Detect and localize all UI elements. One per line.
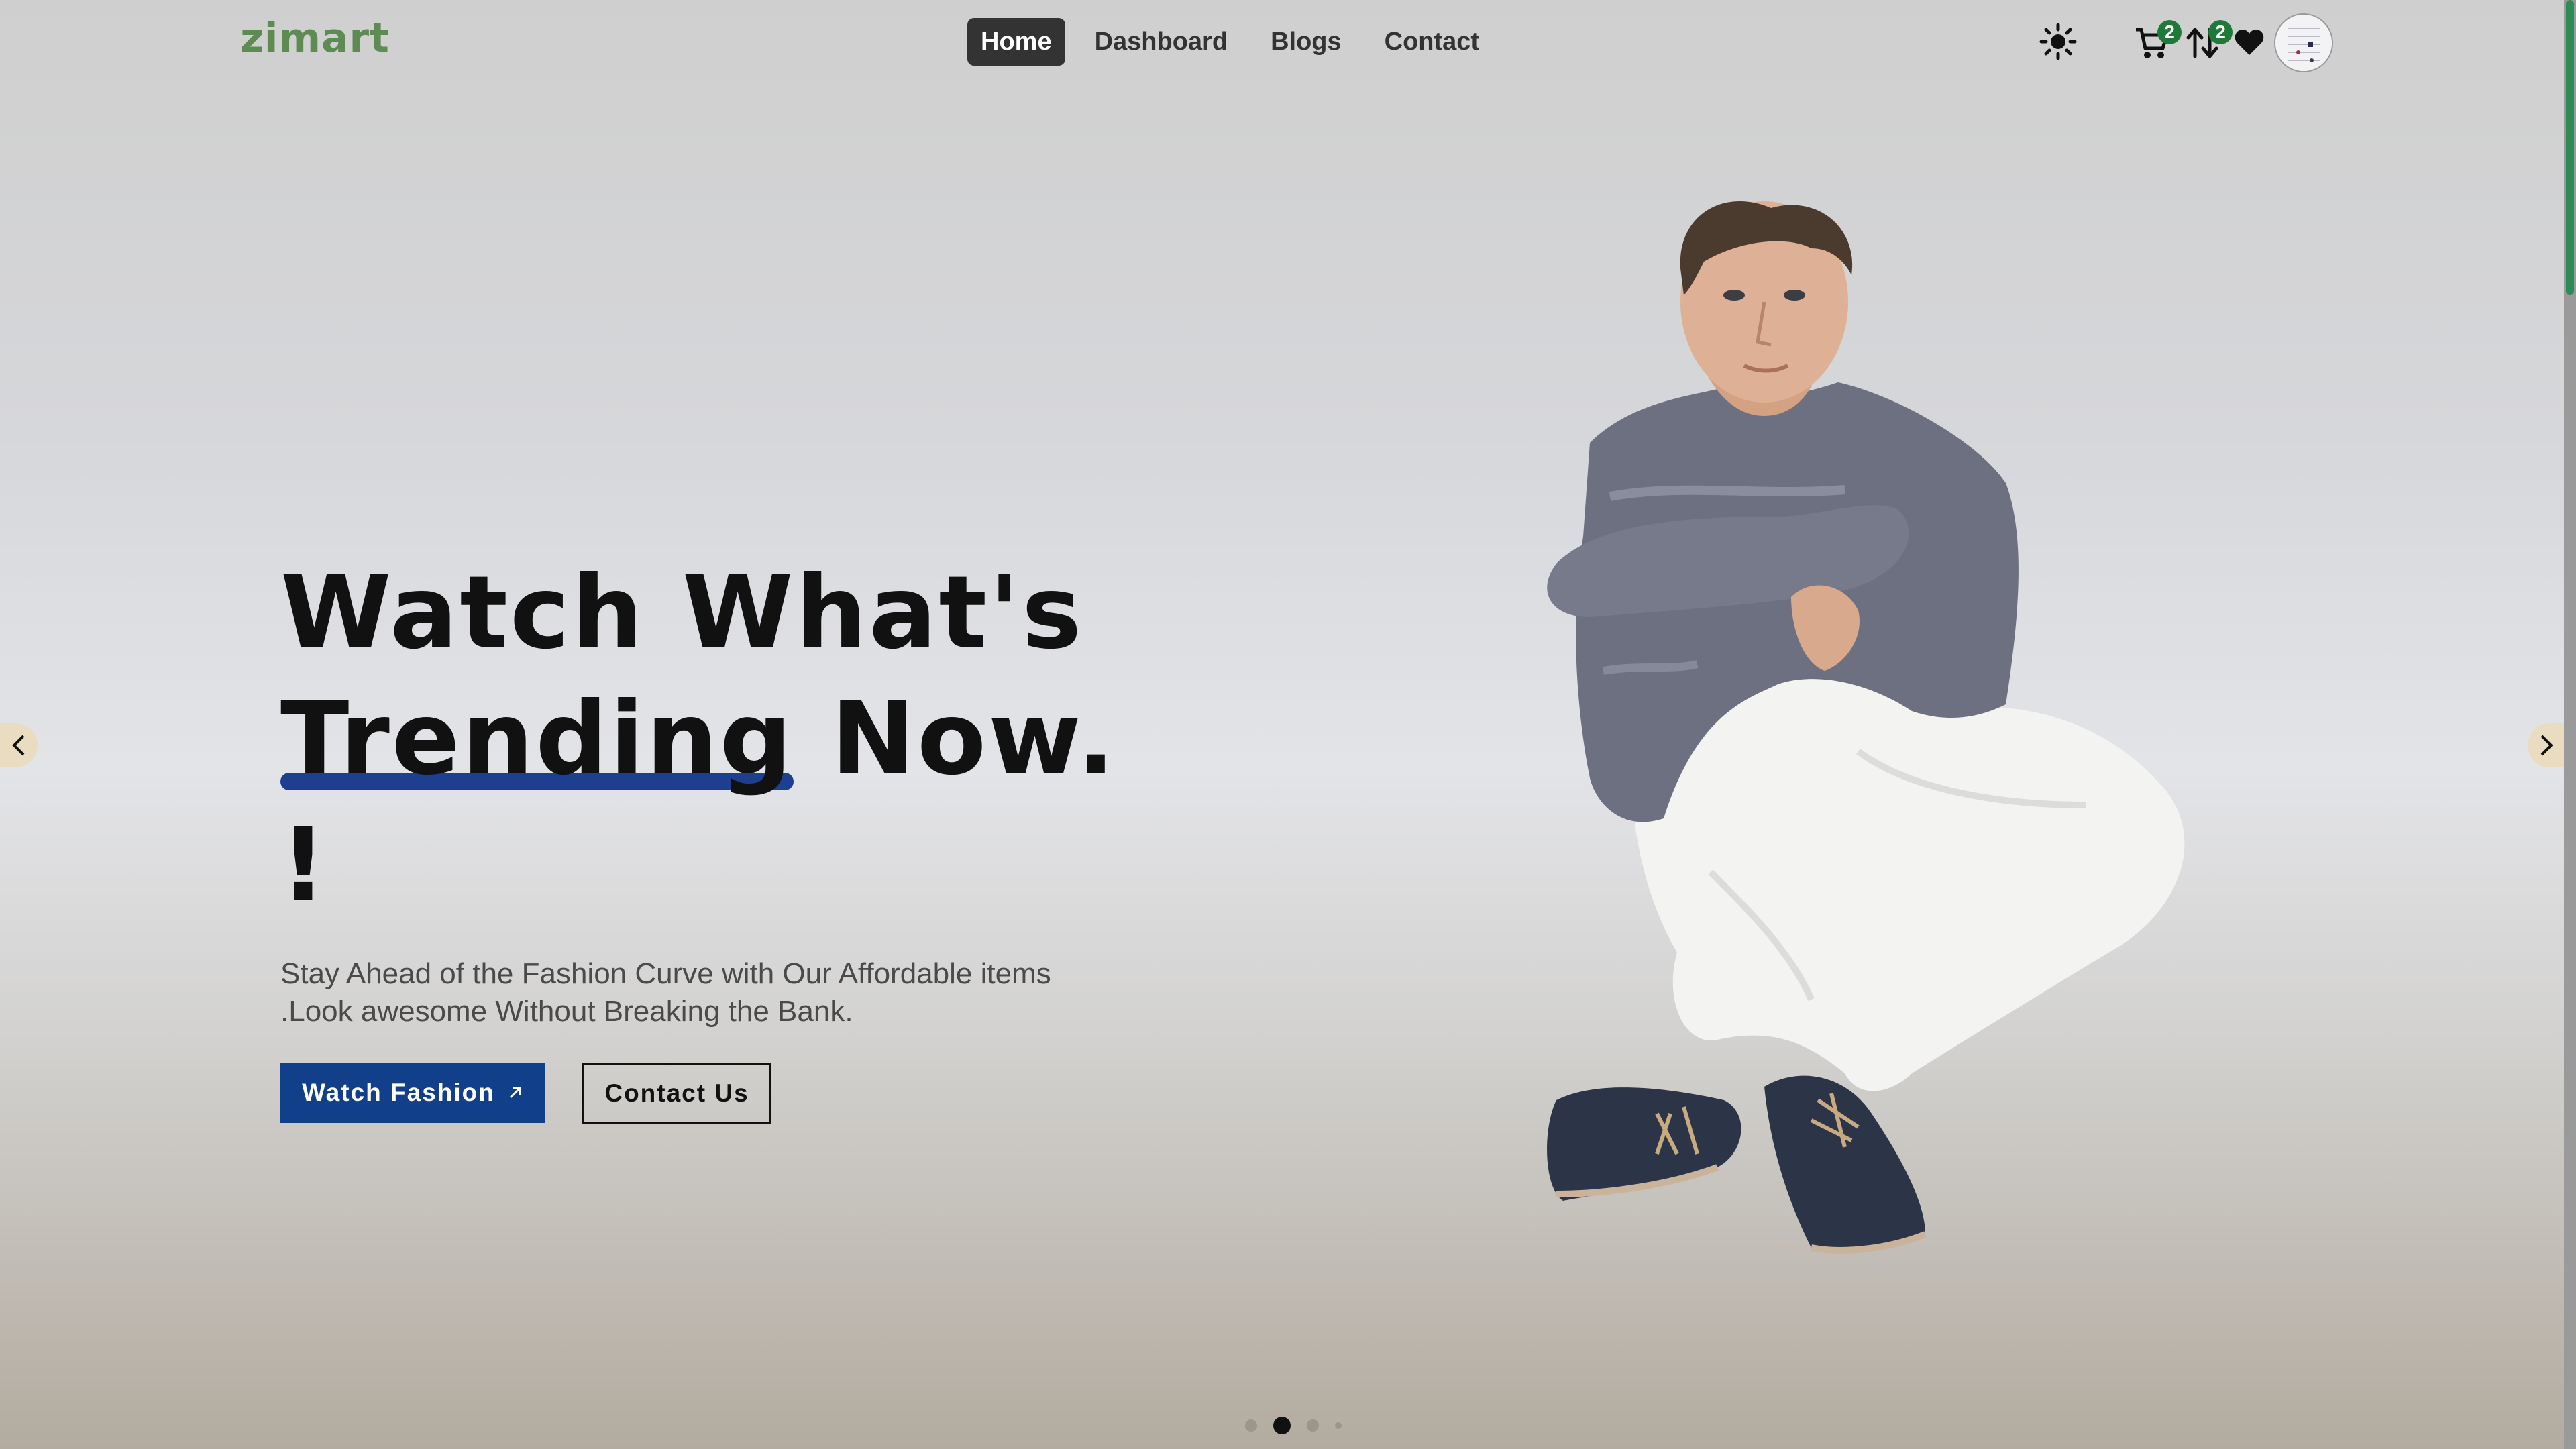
- page: zimart Home Dashboard Blogs Contact 2 2 …: [0, 0, 2565, 1449]
- watch-fashion-label: Watch Fashion: [302, 1079, 495, 1106]
- headline-line-1: Watch What's: [280, 555, 1084, 672]
- navbar: zimart Home Dashboard Blogs Contact 2 2: [0, 0, 2564, 84]
- hero-subtitle: Stay Ahead of the Fashion Curve with Our…: [280, 957, 1051, 1028]
- sun-icon: [2039, 23, 2077, 60]
- nav-contact[interactable]: Contact: [1371, 18, 1493, 66]
- cart-badge: 2: [2157, 20, 2182, 44]
- arrow-up-right-icon: [509, 1087, 521, 1099]
- cart-button[interactable]: 2: [2133, 20, 2182, 62]
- carousel-pagination: [1245, 1417, 1342, 1434]
- headline-highlight: Trending: [280, 676, 794, 802]
- scrollbar-thumb[interactable]: [2566, 0, 2574, 295]
- chevron-left-icon: [12, 735, 25, 756]
- chevron-right-icon: [2540, 735, 2553, 756]
- contact-us-button[interactable]: Contact Us: [582, 1063, 771, 1124]
- carousel-next-button[interactable]: [2528, 723, 2565, 767]
- carousel-dot-2[interactable]: [1273, 1417, 1291, 1434]
- compare-button[interactable]: 2: [2184, 20, 2233, 62]
- page-scrollbar[interactable]: [2564, 0, 2576, 1449]
- cta-row: Watch Fashion Contact Us: [280, 1063, 1152, 1124]
- nav-home[interactable]: Home: [967, 18, 1065, 66]
- compare-badge: 2: [2208, 20, 2233, 44]
- avatar-image: [2275, 15, 2332, 71]
- logo[interactable]: zimart: [240, 15, 390, 62]
- nav-blogs[interactable]: Blogs: [1257, 18, 1355, 66]
- hero-section: Watch What's Trending Now. ! Stay Ahead …: [280, 550, 1152, 1124]
- main-nav: Home Dashboard Blogs Contact: [967, 18, 1493, 66]
- carousel-prev-button[interactable]: [0, 723, 38, 767]
- highlight-word: Trending: [280, 681, 794, 798]
- header-icons: 2 2: [2033, 13, 2341, 72]
- user-avatar[interactable]: [2274, 13, 2333, 72]
- nav-dashboard[interactable]: Dashboard: [1081, 18, 1241, 66]
- wishlist-button[interactable]: [2234, 21, 2267, 62]
- hero-model-image: [1547, 201, 2185, 1254]
- theme-toggle-button[interactable]: [2039, 23, 2077, 60]
- carousel-dot-4[interactable]: [1335, 1422, 1342, 1429]
- carousel-dot-1[interactable]: [1245, 1419, 1257, 1432]
- carousel-dot-3[interactable]: [1307, 1419, 1319, 1432]
- watch-fashion-button[interactable]: Watch Fashion: [280, 1063, 545, 1123]
- hero-headline: Watch What's Trending Now. !: [280, 550, 1152, 928]
- heart-icon: [2235, 30, 2264, 55]
